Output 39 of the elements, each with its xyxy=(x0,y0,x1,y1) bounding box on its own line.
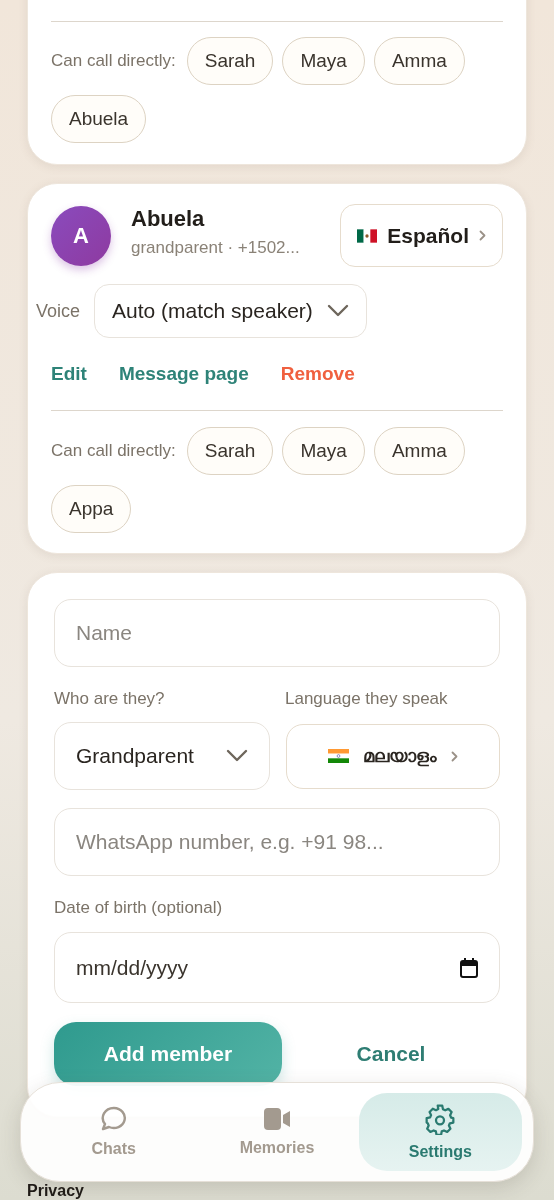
chevron-down-icon xyxy=(326,304,349,318)
section-heading: Privacy xyxy=(27,1182,84,1199)
contact-chip[interactable]: Abuela xyxy=(51,95,147,143)
name-field[interactable]: Name xyxy=(54,599,500,667)
voice-select[interactable]: Auto (match speaker) xyxy=(94,284,367,338)
language-label: Language they speak xyxy=(285,689,448,709)
language-button[interactable]: മലയാളം xyxy=(286,723,500,789)
chevron-right-icon xyxy=(479,230,486,241)
contact-chip[interactable]: Sarah xyxy=(186,427,274,475)
flag-icon xyxy=(357,228,378,243)
chevron-right-icon xyxy=(451,750,458,762)
action-link[interactable]: Edit xyxy=(51,363,87,385)
can-call-label: Can call directly: xyxy=(51,441,176,461)
date-field[interactable]: mm/dd/yyyy xyxy=(54,932,500,1003)
contact-chip[interactable]: Appa xyxy=(51,485,132,533)
relation-select[interactable]: Grandparent xyxy=(54,722,270,790)
voice-label: Voice xyxy=(36,300,81,322)
contact-chip[interactable]: Maya xyxy=(282,427,365,475)
member-name: Abuela xyxy=(131,205,206,232)
relation-label: Who are they? xyxy=(54,689,166,709)
member-details: grandparent · +1502... xyxy=(131,237,301,258)
dob-label: Date of birth (optional) xyxy=(54,898,224,918)
contact-chip[interactable]: Amma xyxy=(373,427,465,475)
nav-tab[interactable]: Settings xyxy=(358,1093,522,1171)
chat-bubble-icon xyxy=(99,1106,128,1132)
flag-icon xyxy=(328,749,349,763)
contact-chip[interactable]: Maya xyxy=(282,37,365,85)
phone-field[interactable]: WhatsApp number, e.g. +91 98... xyxy=(54,808,500,876)
action-link[interactable]: Message page xyxy=(118,363,249,385)
settings-icon xyxy=(424,1103,457,1135)
video-camera-icon xyxy=(263,1107,291,1131)
avatar: A xyxy=(51,205,111,266)
can-call-label: Can call directly: xyxy=(51,51,176,71)
language-button[interactable]: Español xyxy=(340,204,503,267)
chevron-down-icon xyxy=(226,749,248,763)
calendar-icon xyxy=(460,957,478,978)
contact-chip[interactable]: Amma xyxy=(373,37,465,85)
contact-chip[interactable]: Sarah xyxy=(186,37,274,85)
cancel-button[interactable]: Cancel xyxy=(282,1022,500,1086)
